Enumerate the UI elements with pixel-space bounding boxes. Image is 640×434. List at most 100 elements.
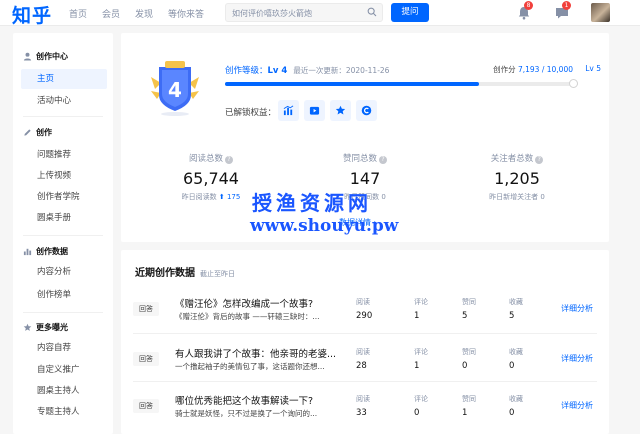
video-icon [309, 106, 320, 115]
pencil-icon [24, 129, 31, 136]
metric-likes: 5 [462, 311, 468, 321]
help-icon[interactable]: ? [225, 156, 233, 164]
c-icon [361, 105, 372, 116]
sidebar-section-create: 创作 [23, 127, 52, 138]
bar-chart-icon [23, 248, 32, 256]
zhihu-logo[interactable]: 知乎 [12, 1, 52, 28]
nav-waiting-answers[interactable]: 等你来答 [168, 7, 204, 20]
perk-video[interactable] [304, 100, 325, 121]
sidebar-item-creator-academy[interactable]: 创作者学院 [21, 187, 107, 207]
content-type-tag: 回答 [133, 302, 159, 316]
sidebar-section-more-exposure: 更多曝光 [23, 322, 68, 333]
sidebar-item-topic-host[interactable]: 专题主持人 [21, 402, 107, 422]
table-row: 回答 哪位优秀能把这个故事解读一下? 骑士就是妖怪，只不过是换了一个询问的...… [121, 391, 609, 434]
metric-reads: 33 [356, 408, 367, 418]
metric-favorites: 0 [509, 408, 515, 418]
perk-chart[interactable] [278, 100, 299, 121]
detailed-analysis-link[interactable]: 详细分析 [561, 303, 593, 314]
table-row: 回答 《赠汪伦》怎样改编成一个故事? 《赠汪伦》背后的故事 ——轩辕三缺时：..… [121, 294, 609, 338]
sidebar-item-content-analysis[interactable]: 内容分析 [21, 262, 107, 282]
nav-explore[interactable]: 发现 [135, 7, 153, 20]
perk-star[interactable] [330, 100, 351, 121]
messages-button[interactable]: 1 [554, 1, 571, 21]
metric-reads: 28 [356, 361, 367, 371]
notifications-button[interactable]: 8 [516, 1, 533, 21]
metric-comments: 1 [414, 311, 420, 321]
stat-reads-value: 65,744 [183, 169, 239, 188]
next-level: Lv 5 [585, 64, 601, 73]
metric-reads: 290 [356, 311, 373, 321]
sidebar-section-creation-data: 创作数据 [23, 246, 68, 257]
sidebar-item-roundtable-host[interactable]: 圆桌主持人 [21, 381, 107, 401]
sidebar-divider [23, 312, 103, 313]
sidebar-item-self-recommend[interactable]: 内容自荐 [21, 338, 107, 358]
last-update: 最近一次更新：2020-11-26 [293, 66, 390, 75]
sidebar-item-upload-video[interactable]: 上传视频 [21, 166, 107, 186]
search-icon[interactable] [367, 7, 377, 17]
sidebar-item-roundtable-handbook[interactable]: 圆桌手册 [21, 208, 107, 228]
row-answer-excerpt: 一个撸起袖子的美情包了事，这话题你还想... [175, 362, 325, 371]
recent-data-title: 近期创作数据 截止至昨日 [135, 268, 235, 279]
sidebar-divider [23, 116, 103, 117]
nav-home[interactable]: 首页 [69, 7, 87, 20]
notifications-badge: 8 [524, 1, 533, 10]
sidebar: 创作中心 主页 活动中心 创作 问题推荐 上传视频 创作者学院 圆桌手册 创作数… [13, 33, 113, 434]
help-icon[interactable]: ? [379, 156, 387, 164]
messages-badge: 1 [562, 1, 571, 10]
top-nav: 首页 会员 发现 等你来答 [69, 7, 219, 20]
recent-data-note: 截止至昨日 [200, 270, 235, 278]
metric-likes: 0 [462, 361, 468, 371]
row-question[interactable]: 有人跟我讲了个故事：他亲哥的老婆... [175, 346, 343, 360]
sidebar-item-activity-center[interactable]: 活动中心 [21, 91, 107, 111]
star-icon [23, 323, 32, 331]
content-type-tag: 回答 [133, 399, 159, 413]
user-icon [23, 52, 32, 61]
level-value: Lv 4 [267, 66, 288, 76]
row-answer-excerpt: 骑士就是妖怪，只不过是换了一个询问的... [175, 409, 318, 418]
row-divider [133, 381, 597, 382]
creator-score: 创作分 7,193 / 10,000 [493, 65, 573, 74]
stat-reads-delta: ⬆ 175 [218, 193, 241, 201]
search-input[interactable] [232, 6, 362, 20]
stat-likes-value: 147 [349, 169, 381, 188]
recent-data-card: 近期创作数据 截止至昨日 回答 《赠汪伦》怎样改编成一个故事? 《赠汪伦》背后的故… [121, 250, 609, 434]
ask-button[interactable]: 提问 [391, 3, 429, 22]
help-icon[interactable]: ? [535, 156, 544, 164]
row-answer-excerpt: 《赠汪伦》背后的故事 ——轩辕三缺时：... [175, 312, 320, 321]
detailed-analysis-link[interactable]: 详细分析 [561, 400, 593, 411]
sidebar-item-question-recommend[interactable]: 问题推荐 [21, 145, 107, 165]
level-progress-fill [225, 82, 479, 86]
metric-favorites: 5 [509, 311, 515, 321]
nav-vip[interactable]: 会员 [102, 7, 120, 20]
metric-comments: 1 [414, 361, 420, 371]
sidebar-section-creator-center: 创作中心 [23, 51, 68, 62]
watermark-title: 授渔资源网 [252, 191, 372, 215]
chart-icon [283, 105, 294, 116]
level-title: 创作等级：Lv 4 最近一次更新：2020-11-26 [225, 66, 390, 76]
level-badge-number: 4 [168, 78, 182, 102]
avatar[interactable] [591, 3, 610, 22]
sidebar-item-custom-promotion[interactable]: 自定义推广 [21, 360, 107, 380]
row-question[interactable]: 哪位优秀能把这个故事解读一下? [175, 393, 343, 407]
top-bar: 知乎 首页 会员 发现 等你来答 提问 8 1 [0, 0, 640, 28]
perk-copyright[interactable] [356, 100, 377, 121]
row-divider [133, 333, 597, 334]
sidebar-item-home[interactable]: 主页 [21, 69, 107, 89]
watermark-url: www.shouyu.pw [250, 216, 399, 236]
sidebar-item-creation-ranking[interactable]: 创作榜单 [21, 285, 107, 305]
stat-followers-value: 1,205 [494, 169, 540, 188]
detailed-analysis-link[interactable]: 详细分析 [561, 353, 593, 364]
unlocked-perks-label: 已解锁权益： [225, 108, 277, 118]
level-progress-end-knob [569, 79, 578, 88]
metric-likes: 1 [462, 408, 468, 418]
search-box [225, 3, 383, 22]
star-icon [335, 105, 346, 115]
level-badge-icon: 4 [151, 61, 199, 116]
sidebar-divider [23, 235, 103, 236]
metric-comments: 0 [414, 408, 420, 418]
level-progress-bar [225, 79, 578, 88]
content-type-tag: 回答 [133, 352, 159, 366]
metric-favorites: 0 [509, 361, 515, 371]
row-question[interactable]: 《赠汪伦》怎样改编成一个故事? [175, 296, 343, 310]
stat-followers: 关注者总数? 1,205 昨日新增关注者 0 [457, 152, 577, 202]
